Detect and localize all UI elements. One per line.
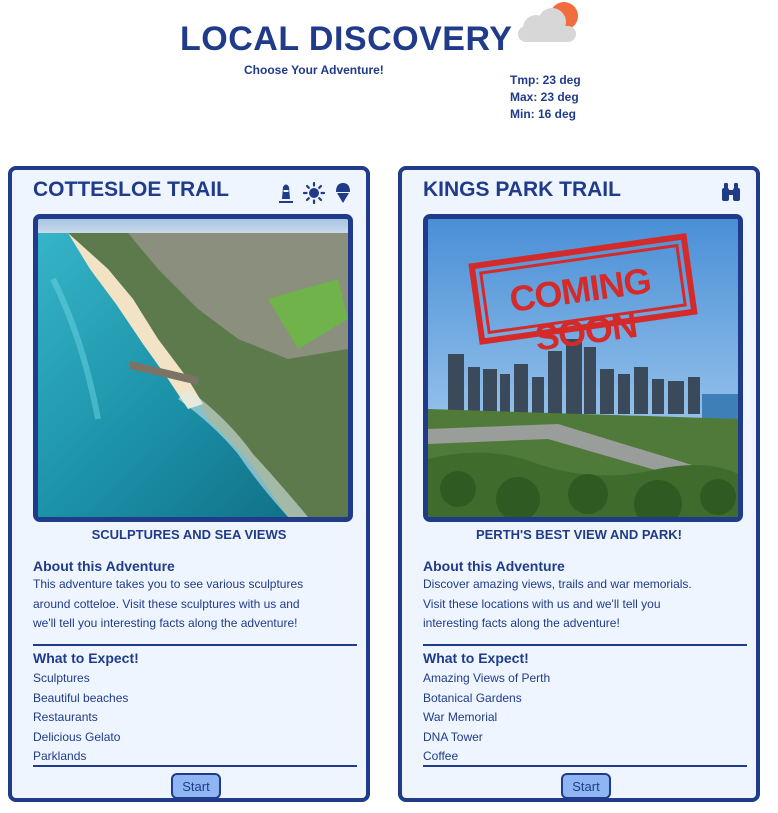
- about-line: This adventure takes you to see various …: [33, 577, 304, 591]
- list-item: Sculptures: [33, 671, 90, 685]
- weather-max: Max: 23 deg: [510, 90, 579, 104]
- about-line: Discover amazing views, trails and war m…: [423, 577, 692, 591]
- trail-tagline: SCULPTURES AND SEA VIEWS: [91, 527, 287, 542]
- trail-card-cottesloe: COTTESLOE TRAIL SCULPTURES AND SEA VIEWS…: [8, 166, 370, 802]
- about-text: Discover amazing views, trails and war m…: [423, 575, 741, 634]
- list-item: Coffee: [423, 749, 459, 763]
- about-heading: About this Adventure: [33, 558, 175, 574]
- weather-min: Min: 16 deg: [510, 107, 577, 121]
- list-item: Botanical Gardens: [423, 690, 522, 705]
- lighthouse-icon: [278, 182, 294, 204]
- divider: [33, 644, 357, 646]
- site-subtitle: Choose Your Adventure!: [244, 63, 384, 77]
- cloud-sun-icon: [514, 0, 584, 46]
- trail-title: COTTESLOE TRAIL: [33, 178, 229, 201]
- list-item: Beautiful beaches: [33, 690, 129, 705]
- about-line: we'll tell you interesting facts along t…: [33, 616, 298, 630]
- list-item: Delicious Gelato: [33, 729, 121, 744]
- about-line: Visit these locations with us and we'll …: [423, 596, 661, 611]
- about-line: around cotteloe. Visit these sculptures …: [33, 596, 300, 611]
- ice-cream-icon: [334, 182, 352, 204]
- page-header: LOCAL DISCOVERY Choose Your Adventure! T…: [0, 0, 778, 150]
- list-item: Restaurants: [33, 710, 98, 724]
- trail-title: KINGS PARK TRAIL: [423, 178, 621, 201]
- list-item: Amazing Views of Perth: [423, 671, 551, 685]
- divider: [33, 765, 357, 767]
- expect-heading: What to Expect!: [33, 650, 139, 666]
- trail-icons: [278, 182, 352, 204]
- divider: [423, 644, 747, 646]
- expect-list: Sculptures Beautiful beaches Restaurants…: [33, 669, 128, 767]
- list-item: War Memorial: [423, 710, 498, 724]
- expect-list: Amazing Views of Perth Botanical Gardens…: [423, 669, 550, 767]
- sun-icon: [303, 182, 325, 204]
- start-button[interactable]: Start: [171, 773, 221, 799]
- list-item: DNA Tower: [423, 729, 483, 744]
- weather-temp: Tmp: 23 deg: [510, 73, 581, 87]
- weather-readout: Tmp: 23 deg Max: 23 deg Min: 16 deg: [510, 72, 581, 123]
- list-item: Parklands: [33, 749, 87, 763]
- binoculars-icon: [720, 182, 742, 202]
- trail-tagline: PERTH'S BEST VIEW AND PARK!: [475, 527, 683, 542]
- divider: [423, 765, 747, 767]
- trail-card-kings-park: KINGS PARK TRAIL COMING SOON PERTH'S BES…: [398, 166, 760, 802]
- about-text: This adventure takes you to see various …: [33, 575, 351, 634]
- aerial-beach-photo: [33, 214, 353, 522]
- about-line: interesting facts along the adventure!: [423, 616, 620, 630]
- start-button[interactable]: Start: [561, 773, 611, 799]
- trail-icons: [720, 182, 742, 202]
- site-title: LOCAL DISCOVERY: [180, 20, 513, 58]
- city-skyline-photo: COMING SOON: [423, 214, 743, 522]
- expect-heading: What to Expect!: [423, 650, 529, 666]
- about-heading: About this Adventure: [423, 558, 565, 574]
